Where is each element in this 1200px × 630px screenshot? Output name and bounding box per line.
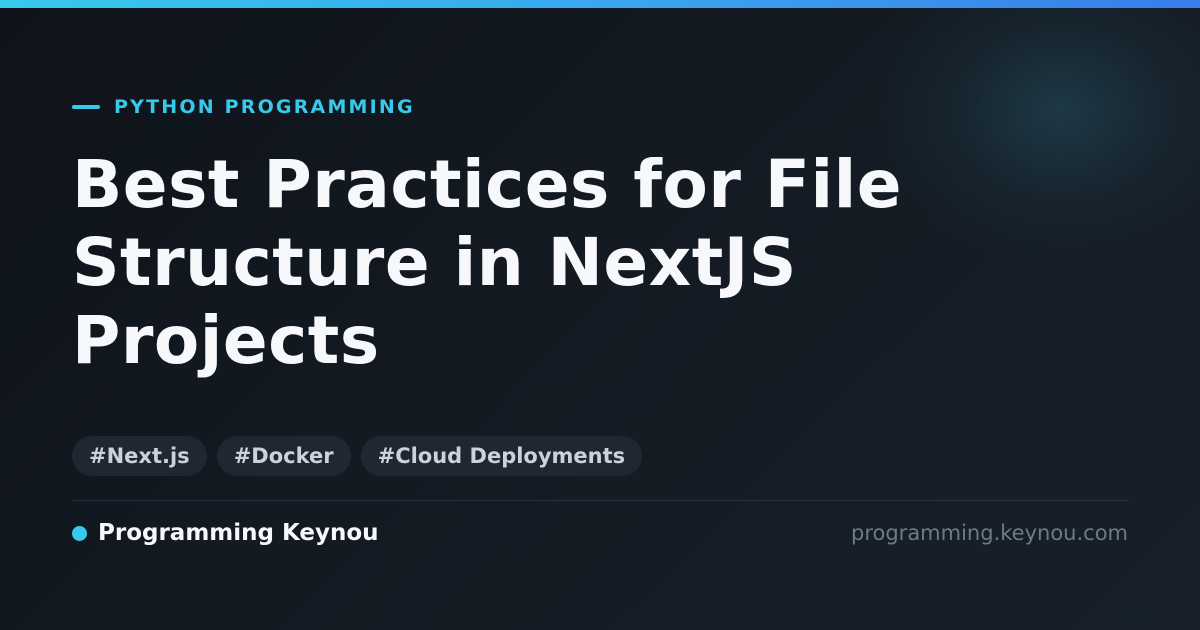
tag-cloud-deployments[interactable]: #Cloud Deployments: [360, 436, 643, 476]
accent-top-bar: [0, 0, 1200, 8]
title-line-3: Projects: [72, 302, 380, 379]
article-title: Best Practices for File Structure in Nex…: [72, 146, 1082, 380]
title-line-2: Structure in NextJS: [72, 224, 797, 301]
eyebrow-dash: [72, 105, 100, 109]
site-url[interactable]: programming.keynou.com: [851, 519, 1128, 547]
brand-dot-icon: [72, 525, 87, 541]
tag-nextjs[interactable]: #Next.js: [72, 436, 207, 476]
category-eyebrow: PYTHON PROGRAMMING: [72, 94, 415, 120]
footer-divider: [72, 500, 1129, 501]
tag-list: #Next.js #Docker #Cloud Deployments: [72, 436, 643, 476]
brand-name: Programming Keynou: [98, 520, 379, 546]
brand: Programming Keynou: [72, 519, 379, 547]
category-label: PYTHON PROGRAMMING: [114, 96, 415, 118]
tag-docker[interactable]: #Docker: [216, 436, 351, 476]
title-line-1: Best Practices for File: [72, 146, 902, 223]
social-card: PYTHON PROGRAMMING Best Practices for Fi…: [0, 0, 1200, 630]
